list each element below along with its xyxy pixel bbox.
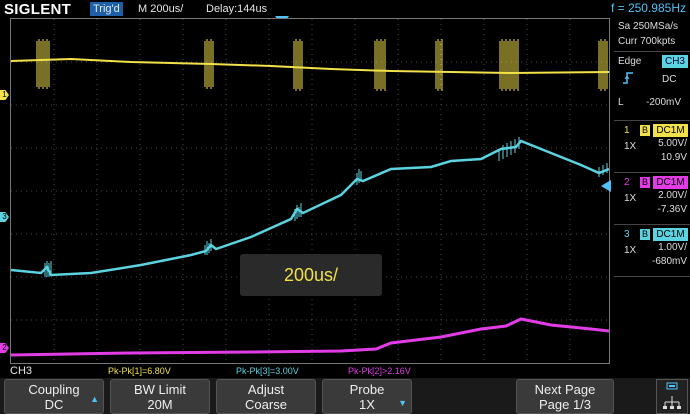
bandwidth-icon: B xyxy=(640,229,650,240)
vertical-scale: 5.00V/ xyxy=(658,138,687,149)
bw-limit-button[interactable]: BW Limit 20M xyxy=(110,379,210,414)
vertical-offset: 10.9V xyxy=(660,152,687,163)
softkey-title: Coupling xyxy=(28,382,80,397)
probe-ratio: 1X xyxy=(624,193,637,204)
channel-number: 3 xyxy=(624,229,630,240)
channel-number: 2 xyxy=(624,177,630,188)
info-panel: Sa 250MSa/s Curr 700kpts Edge CH3 DC L -… xyxy=(614,18,690,364)
softkey-title: Probe xyxy=(349,382,385,397)
rising-edge-icon xyxy=(622,72,634,84)
vertical-scale: 2.00V/ xyxy=(658,190,687,201)
waveform-display[interactable] xyxy=(10,18,610,364)
timebase-readout: M 200us/ xyxy=(138,3,184,15)
softkey-menu: Coupling DC ▲ BW Limit 20M Adjust Coarse… xyxy=(0,378,690,414)
softkey-title: Adjust xyxy=(247,382,285,397)
probe-ratio: 1X xyxy=(624,141,637,152)
channel-coupling: DC1M xyxy=(653,124,688,137)
ch1-bursts xyxy=(36,39,608,91)
measurement-ch3: Pk-Pk[3]=3.00V xyxy=(236,366,299,376)
ch2-ground-marker[interactable]: 2 xyxy=(0,343,9,353)
measurement-ch2: Pk-Pk[2]>2.16V xyxy=(348,366,411,376)
vertical-scale: 1.00V/ xyxy=(658,242,687,253)
delay-readout: Delay:144us xyxy=(206,3,268,15)
measurement-bar: CH3 Pk-Pk[1]=6.80V Pk-Pk[3]=3.00V Pk-Pk[… xyxy=(0,364,690,378)
softkey-value: Coarse xyxy=(245,397,287,412)
softkey-title: BW Limit xyxy=(134,382,186,397)
softkey-value: Page 1/3 xyxy=(538,397,592,412)
ch2-trace xyxy=(11,317,609,357)
softkey-title: Next Page xyxy=(534,382,596,397)
coupling-button[interactable]: Coupling DC ▲ xyxy=(4,379,104,414)
frequency-readout: f = 250.985Hz xyxy=(610,1,686,15)
softkey-value: 20M xyxy=(147,397,173,412)
brand-logo: SIGLENT xyxy=(4,1,72,18)
ch1-trace xyxy=(11,57,609,75)
status-bar: SIGLENT Trig'd M 200us/ Delay:144us f = … xyxy=(0,0,690,18)
trigger-coupling: DC xyxy=(662,74,677,85)
channel-coupling: DC1M xyxy=(653,228,688,241)
down-arrow-icon: ▼ xyxy=(398,398,407,408)
menu-channel-label: CH3 xyxy=(10,365,33,377)
probe-button[interactable]: Probe 1X ▼ xyxy=(322,379,412,414)
channel-1-info[interactable]: 1 B DC1M 1X 5.00V/ 10.9V xyxy=(614,120,690,172)
next-page-button[interactable]: Next Page Page 1/3 xyxy=(516,379,614,414)
trigger-source-badge: CH3 xyxy=(662,55,688,68)
channel-number: 1 xyxy=(624,125,630,136)
ch1-ground-marker[interactable]: 1 xyxy=(0,90,9,100)
ch3-ground-marker[interactable]: 3 xyxy=(0,212,9,222)
trigger-status-badge: Trig'd xyxy=(90,2,123,16)
vertical-offset: -7.36V xyxy=(657,204,687,215)
waveform-traces xyxy=(11,39,609,357)
memory-depth: Curr 700kpts xyxy=(618,36,676,47)
bandwidth-icon: B xyxy=(640,125,650,136)
softkey-value: DC xyxy=(44,397,64,412)
probe-ratio: 1X xyxy=(624,245,637,256)
trigger-level-icon[interactable] xyxy=(601,180,611,192)
network-icon xyxy=(663,382,681,409)
vertical-offset: -680mV xyxy=(651,256,687,267)
adjust-button[interactable]: Adjust Coarse xyxy=(216,379,316,414)
up-arrow-icon: ▲ xyxy=(90,394,99,404)
trigger-level: -200mV xyxy=(646,97,682,108)
channel-2-info[interactable]: 2 B DC1M 1X 2.00V/ -7.36V xyxy=(614,172,690,224)
timebase-popup: 200us/ xyxy=(240,254,382,296)
channel-3-info[interactable]: 3 B DC1M 1X 1.00V/ -680mV xyxy=(614,224,690,276)
measurement-ch1: Pk-Pk[1]=6.80V xyxy=(108,366,171,376)
sample-rate: Sa 250MSa/s xyxy=(618,21,679,32)
system-status-icons xyxy=(656,379,688,414)
bandwidth-icon: B xyxy=(640,177,650,188)
channel-coupling: DC1M xyxy=(653,176,688,189)
